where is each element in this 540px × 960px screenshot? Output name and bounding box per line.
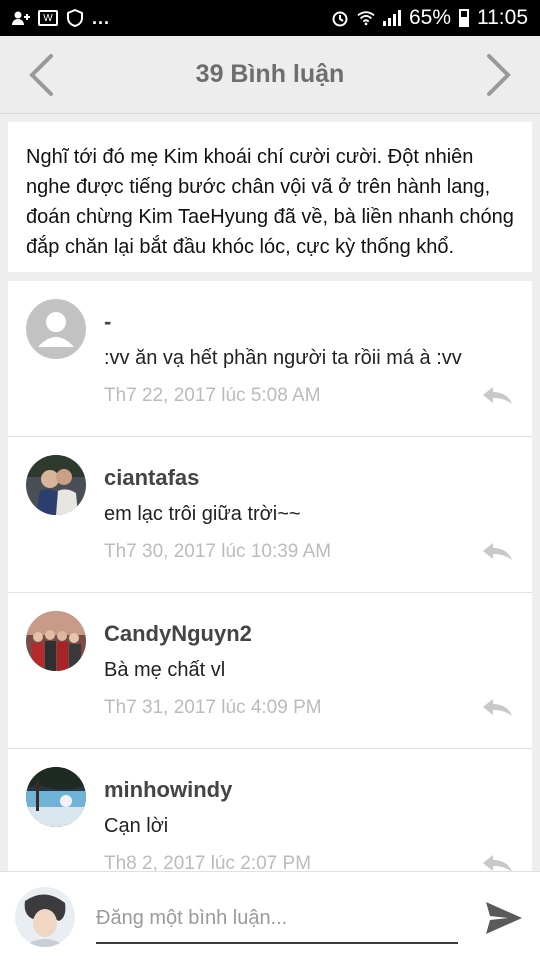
comment-item: CandyNguyn2 Bà mẹ chất vl Th7 31, 2017 l… <box>8 593 532 749</box>
landscape-avatar[interactable] <box>26 767 86 827</box>
reply-icon <box>483 699 512 716</box>
reply-button[interactable] <box>480 539 514 563</box>
reply-icon <box>483 543 512 560</box>
story-excerpt: Nghĩ tới đó mẹ Kim khoái chí cười cười. … <box>8 122 532 272</box>
person-add-icon <box>12 10 30 26</box>
clock: 11:05 <box>477 6 528 29</box>
reply-button[interactable] <box>480 383 514 407</box>
battery-percent: 65% <box>408 6 451 29</box>
comment-item: ciantafas em lạc trôi giữa trời~~ Th7 30… <box>8 437 532 593</box>
send-button[interactable] <box>482 896 526 940</box>
reply-icon <box>483 855 512 871</box>
comment-text: :vv ăn vạ hết phần người ta rồii má à :v… <box>104 347 462 369</box>
signal-icon <box>382 10 401 26</box>
reply-button[interactable] <box>480 851 514 871</box>
wifi-icon <box>357 10 375 26</box>
next-button[interactable] <box>474 50 524 100</box>
excerpt-text: Nghĩ tới đó mẹ Kim khoái chí cười cười. … <box>26 146 514 258</box>
reply-button[interactable] <box>480 695 514 719</box>
send-icon <box>486 902 522 934</box>
comment-author[interactable]: CandyNguyn2 <box>104 621 252 647</box>
comment-text: Bà mẹ chất vl <box>104 659 226 681</box>
title-bar: 39 Bình luận <box>0 36 540 114</box>
comment-author[interactable]: minhowindy <box>104 777 232 803</box>
comment-timestamp: Th8 2, 2017 lúc 2:07 PM <box>104 853 312 871</box>
previous-button[interactable] <box>16 50 66 100</box>
photo-avatar[interactable] <box>26 455 86 515</box>
default-avatar[interactable] <box>26 299 86 359</box>
comment-text: Cạn lời <box>104 815 169 837</box>
comment-timestamp: Th7 22, 2017 lúc 5:08 AM <box>104 385 321 406</box>
battery-icon <box>459 9 469 27</box>
current-user-avatar[interactable] <box>15 887 75 947</box>
alarm-icon <box>331 10 349 27</box>
comment-text: em lạc trôi giữa trời~~ <box>104 503 301 525</box>
comment-timestamp: Th7 30, 2017 lúc 10:39 AM <box>104 541 332 562</box>
comment-timestamp: Th7 31, 2017 lúc 4:09 PM <box>104 697 322 718</box>
more-notifications: ... <box>92 7 111 28</box>
comment-input[interactable] <box>96 894 458 944</box>
page-title: 39 Bình luận <box>195 60 345 88</box>
comment-author[interactable]: - <box>104 309 111 335</box>
status-bar: W ... 65% 11:05 <box>0 0 540 36</box>
comment-list[interactable]: - :vv ăn vạ hết phần người ta rồii má à … <box>8 281 532 871</box>
comment-composer <box>0 871 540 960</box>
chevron-right-icon <box>487 54 511 96</box>
comment-item: minhowindy Cạn lời Th8 2, 2017 lúc 2:07 … <box>8 749 532 871</box>
shield-icon <box>66 9 84 27</box>
reply-icon <box>483 387 512 404</box>
comment-author[interactable]: ciantafas <box>104 465 199 491</box>
chevron-left-icon <box>29 54 53 96</box>
comment-item: - :vv ăn vạ hết phần người ta rồii má à … <box>8 281 532 437</box>
group-photo-avatar[interactable] <box>26 611 86 671</box>
wattpad-w-icon: W <box>38 10 58 26</box>
